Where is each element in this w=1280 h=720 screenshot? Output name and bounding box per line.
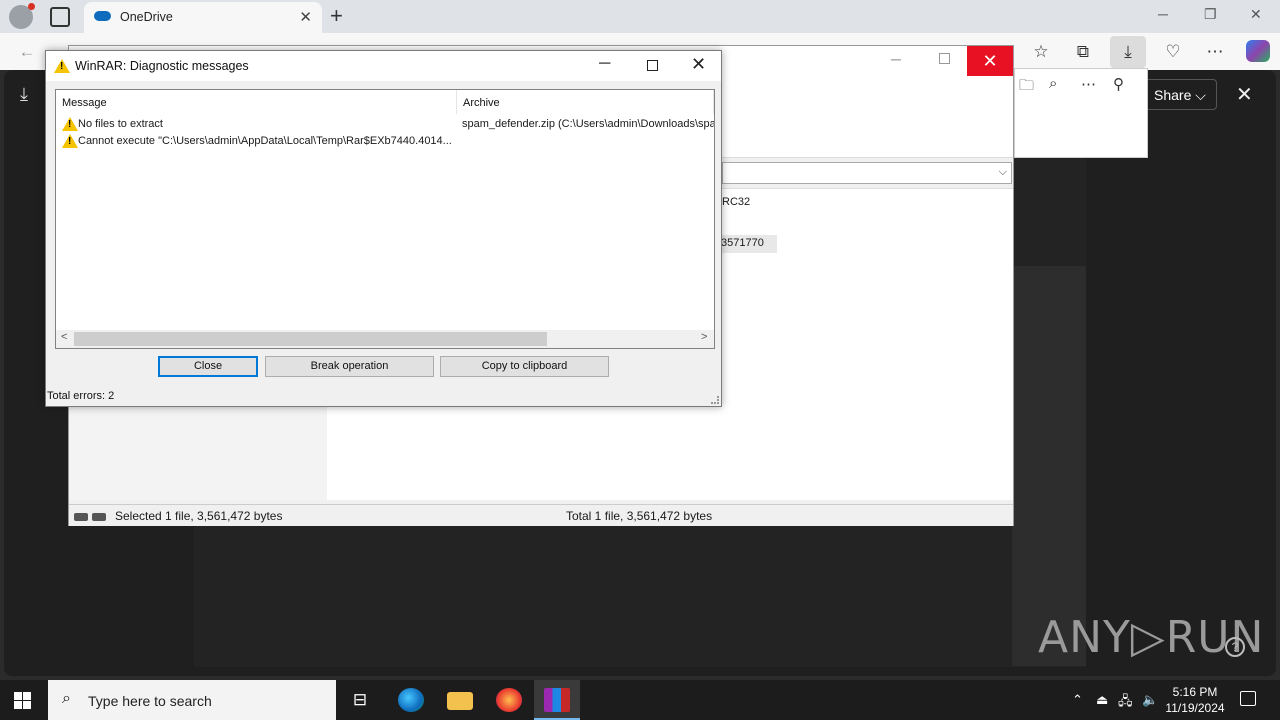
- viewer-panel: [1012, 266, 1086, 666]
- resize-grip[interactable]: [711, 396, 719, 404]
- status-selected: Selected 1 file, 3,561,472 bytes: [115, 509, 283, 523]
- dialog-title: WinRAR: Diagnostic messages: [75, 59, 249, 73]
- clock-time: 5:16 PM: [1172, 685, 1218, 699]
- winrar-maximize-button[interactable]: [939, 53, 950, 64]
- horizontal-scrollbar[interactable]: < >: [56, 330, 714, 348]
- copy-to-clipboard-button[interactable]: Copy to clipboard: [440, 356, 609, 377]
- column-message[interactable]: Message: [56, 90, 457, 114]
- notification-icon[interactable]: [1240, 691, 1256, 706]
- winrar-taskbar-button[interactable]: [534, 680, 580, 720]
- total-errors: Total errors: 2: [47, 390, 115, 402]
- file-explorer-icon[interactable]: [447, 692, 473, 710]
- profile-icon[interactable]: [9, 3, 35, 29]
- scroll-right-icon[interactable]: >: [701, 331, 707, 343]
- search-icon[interactable]: ⌕: [1049, 75, 1057, 92]
- tab-close-button[interactable]: ✕: [299, 8, 312, 26]
- message-text: Cannot execute "C:\Users\admin\AppData\L…: [78, 135, 452, 147]
- winrar-icon: [544, 688, 570, 712]
- dialog-titlebar: WinRAR: Diagnostic messages ─ ✕: [46, 51, 721, 81]
- chevron-up-icon[interactable]: ⌃: [1072, 692, 1083, 708]
- clock-date: 11/19/2024: [1165, 701, 1225, 715]
- usb-icon[interactable]: ⏏: [1096, 692, 1108, 708]
- column-archive[interactable]: Archive: [457, 90, 714, 114]
- list-item[interactable]: Cannot execute "C:\Users\admin\AppData\L…: [56, 133, 714, 150]
- browser-close-button[interactable]: ✕: [1250, 6, 1262, 23]
- scroll-left-icon[interactable]: <: [61, 331, 67, 343]
- viewer-download-icon[interactable]: ⤓: [20, 84, 28, 105]
- clock[interactable]: 5:16 PM 11/19/2024: [1160, 684, 1230, 716]
- share-label: Share: [1154, 87, 1192, 103]
- network-icon[interactable]: 🖧: [1118, 692, 1133, 714]
- collections-icon[interactable]: ⧉: [1072, 41, 1094, 63]
- browser-restore-button[interactable]: ❐: [1204, 6, 1217, 23]
- diagnostic-dialog: WinRAR: Diagnostic messages ─ ✕ Message …: [45, 50, 722, 407]
- archive-text: spam_defender.zip (C:\Users\admin\Downlo…: [462, 118, 714, 130]
- search-icon: ⌕: [62, 690, 71, 707]
- pin-icon[interactable]: ⚲: [1113, 75, 1124, 93]
- edge-icon[interactable]: [398, 688, 424, 712]
- help-icon[interactable]: ?: [1225, 637, 1245, 657]
- chevron-down-icon: ⌵: [1195, 87, 1206, 103]
- warning-icon: [62, 134, 78, 148]
- warning-icon: [54, 59, 70, 73]
- winrar-minimize-button[interactable]: ─: [891, 51, 901, 67]
- taskbar: ⌕ Type here to search ⊟ ⌃ ⏏ 🖧 🔈 5:16 PM …: [0, 680, 1280, 720]
- crc-cell[interactable]: 3571770: [719, 235, 777, 253]
- warning-icon: [62, 117, 78, 131]
- download-icon[interactable]: ⤓: [1110, 36, 1146, 68]
- browser-essentials-icon[interactable]: ♡: [1162, 41, 1184, 63]
- list-item[interactable]: No files to extract spam_defender.zip (C…: [56, 116, 714, 133]
- winrar-statusbar: Selected 1 file, 3,561,472 bytes Total 1…: [69, 504, 1013, 526]
- tab-actions-icon[interactable]: [50, 7, 70, 27]
- tab-onedrive[interactable]: OneDrive ✕: [84, 2, 322, 33]
- firefox-icon[interactable]: [496, 688, 522, 712]
- dialog-maximize-button[interactable]: [647, 60, 658, 71]
- more-icon[interactable]: ⋯: [1081, 75, 1096, 93]
- viewer-close-button[interactable]: ✕: [1236, 82, 1253, 107]
- more-icon[interactable]: ⋯: [1204, 41, 1226, 63]
- tab-title: OneDrive: [120, 10, 173, 24]
- back-icon[interactable]: ←: [16, 41, 38, 63]
- scroll-thumb[interactable]: [74, 332, 547, 346]
- status-total: Total 1 file, 3,561,472 bytes: [566, 509, 713, 523]
- task-view-icon[interactable]: ⊟: [347, 688, 373, 712]
- messages-list[interactable]: Message Archive No files to extract spam…: [55, 89, 715, 349]
- winrar-close-button[interactable]: ✕: [967, 46, 1013, 76]
- crc-column-header[interactable]: RC32: [722, 196, 750, 208]
- onedrive-icon: [94, 11, 111, 21]
- dialog-minimize-button[interactable]: ─: [599, 55, 610, 73]
- drive-icon: [74, 510, 110, 521]
- copilot-icon[interactable]: [1246, 40, 1270, 62]
- break-operation-button[interactable]: Break operation: [265, 356, 434, 377]
- browser-minimize-button[interactable]: ─: [1158, 6, 1168, 22]
- dialog-close-icon[interactable]: ✕: [691, 54, 706, 75]
- new-tab-button[interactable]: +: [330, 3, 343, 29]
- favorites-icon[interactable]: ☆: [1030, 41, 1052, 63]
- taskbar-search[interactable]: ⌕ Type here to search: [48, 680, 336, 720]
- downloads-panel: 🗀 ⌕ ⋯ ⚲: [1014, 68, 1148, 158]
- message-text: No files to extract: [78, 118, 163, 130]
- browser-tabbar: OneDrive ✕ + ─ ❐ ✕: [0, 0, 1280, 33]
- search-placeholder: Type here to search: [88, 693, 212, 709]
- share-button[interactable]: Share ⌵: [1145, 79, 1217, 110]
- close-button[interactable]: Close: [158, 356, 258, 377]
- chevron-down-icon: ⌵: [998, 166, 1007, 178]
- volume-icon[interactable]: 🔈: [1142, 692, 1158, 708]
- windows-start-icon[interactable]: [14, 692, 31, 709]
- winrar-path-dropdown[interactable]: ⌵: [722, 162, 1012, 184]
- folder-icon[interactable]: 🗀: [1019, 75, 1034, 100]
